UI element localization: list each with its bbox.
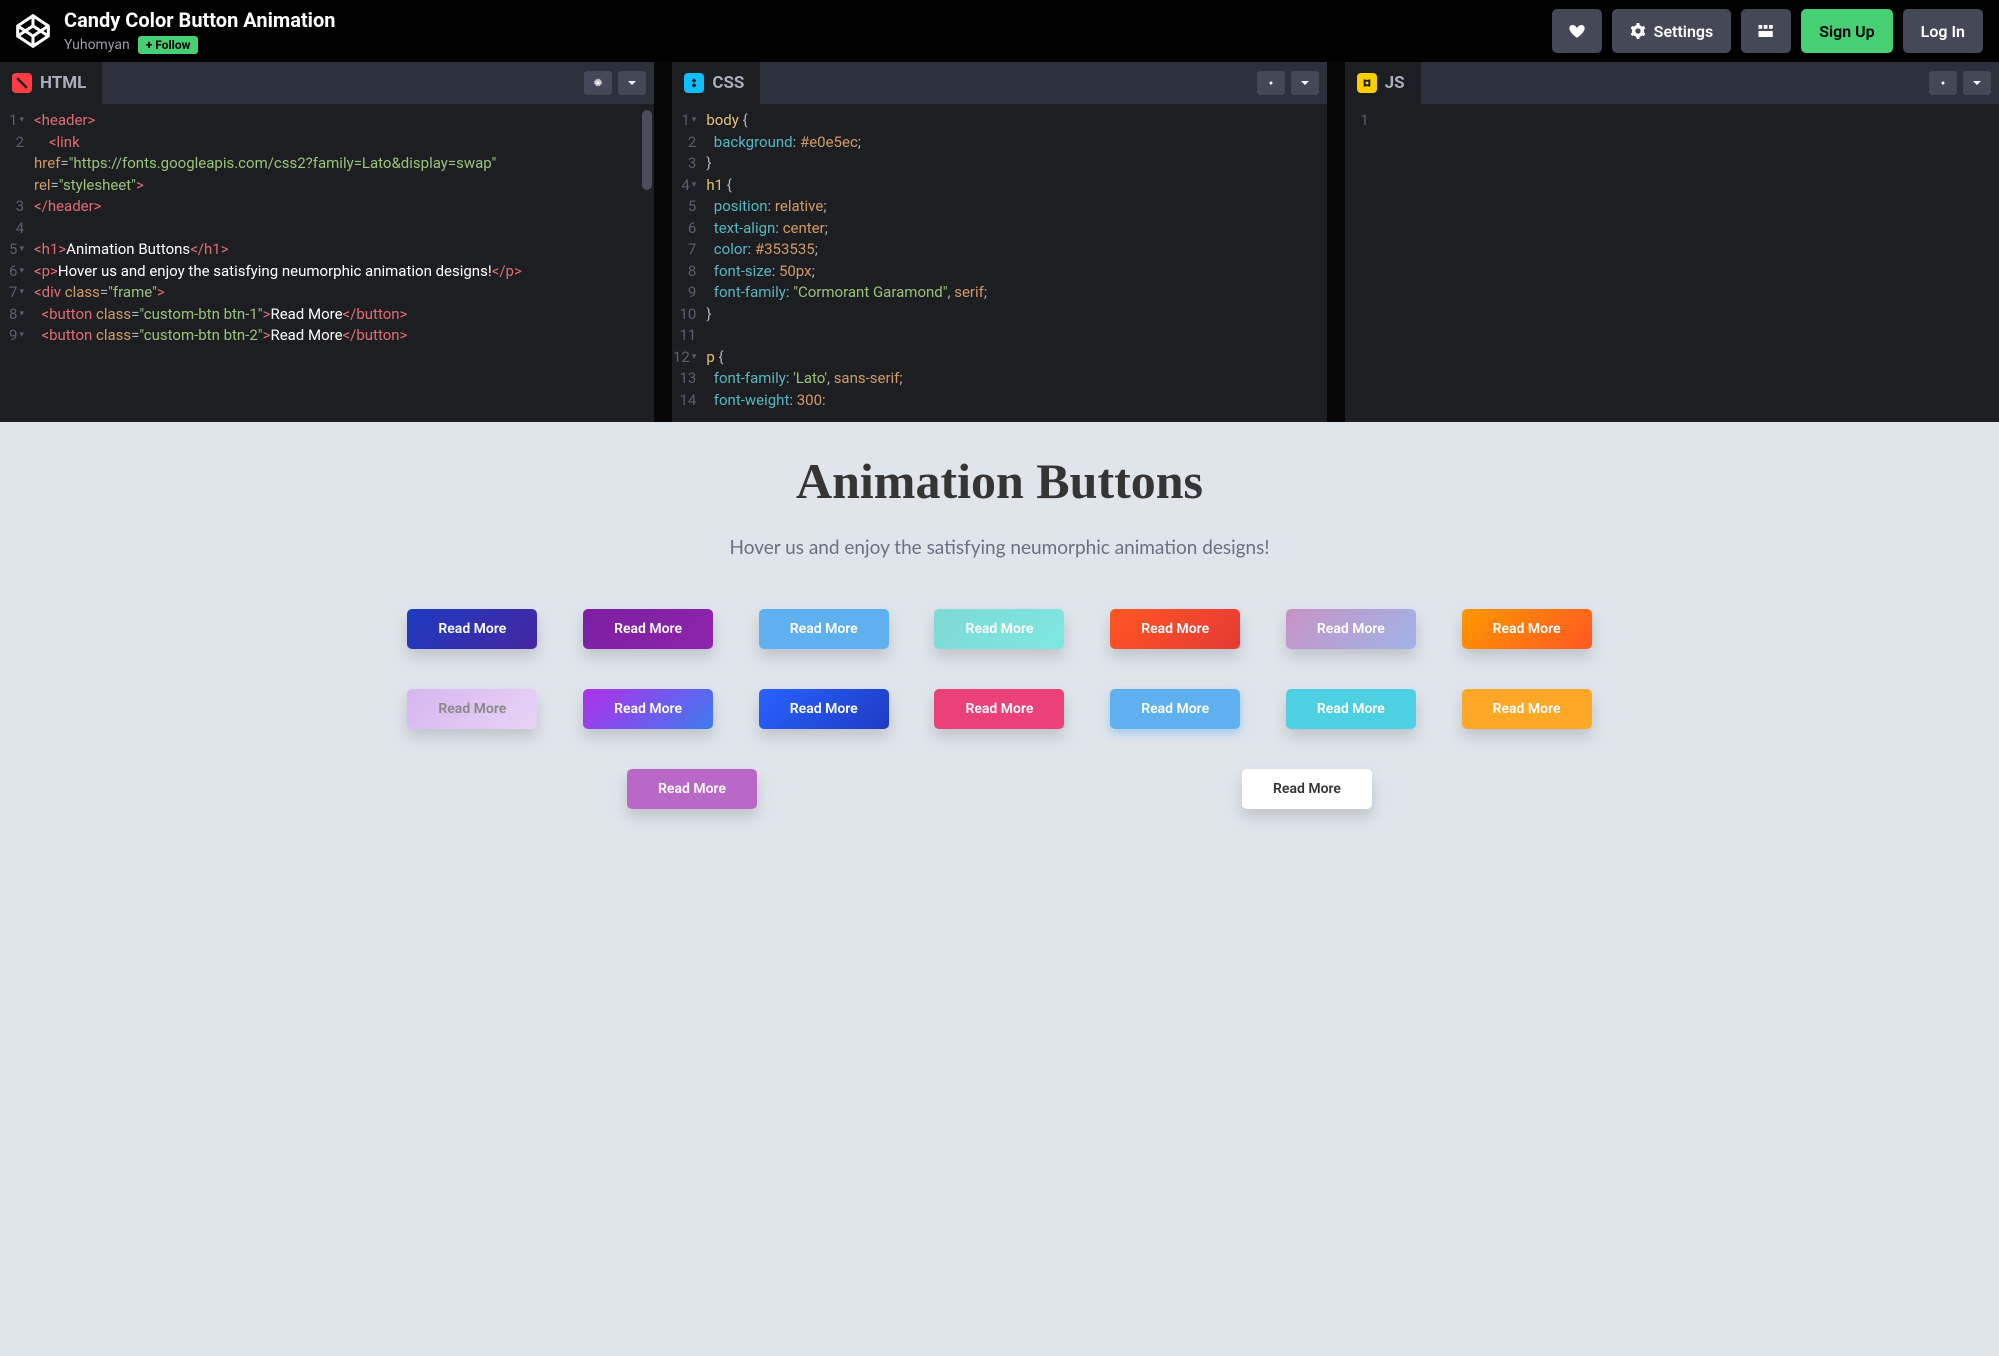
html-icon: [12, 73, 32, 93]
js-tools: [1929, 62, 1999, 104]
html-code-area[interactable]: 1▾2345▾6▾7▾8▾9▾ <header> <linkhref="http…: [0, 104, 654, 422]
preview-button-9[interactable]: Read More: [583, 689, 713, 729]
preview-button-3[interactable]: Read More: [759, 609, 889, 649]
html-dropdown-button[interactable]: [618, 71, 646, 95]
preview-button-6[interactable]: Read More: [1286, 609, 1416, 649]
preview-button-8[interactable]: Read More: [407, 689, 537, 729]
editor-row: HTML 1▾2345▾6▾7▾8▾9▾ <header> <linkhref=…: [0, 62, 1999, 422]
signup-label: Sign Up: [1819, 22, 1874, 41]
preview-button-15[interactable]: Read More: [627, 769, 757, 809]
js-panel-header: JS: [1345, 62, 1999, 104]
preview-button-1[interactable]: Read More: [407, 609, 537, 649]
preview-button-12[interactable]: Read More: [1110, 689, 1240, 729]
gear-icon: [1937, 77, 1949, 89]
css-panel-header: CSS: [672, 62, 1326, 104]
js-tab[interactable]: JS: [1345, 62, 1421, 104]
follow-button[interactable]: + Follow: [138, 36, 199, 54]
html-code[interactable]: <header> <linkhref="https://fonts.google…: [34, 110, 654, 422]
preview-heading: Animation Buttons: [60, 452, 1939, 510]
css-code[interactable]: body { background: #e0e5ec;}h1 { positio…: [706, 110, 1326, 422]
login-label: Log In: [1921, 22, 1965, 41]
layout-icon: [1757, 22, 1775, 40]
js-code[interactable]: [1379, 110, 1999, 422]
pen-title: Candy Color Button Animation: [64, 8, 335, 32]
css-code-area[interactable]: 1▾234▾56789101112▾1314 body { background…: [672, 104, 1326, 422]
js-panel: JS 1: [1345, 62, 1999, 422]
button-grid: Read MoreRead MoreRead MoreRead MoreRead…: [400, 609, 1600, 809]
preview-button-5[interactable]: Read More: [1110, 609, 1240, 649]
preview-button-10[interactable]: Read More: [759, 689, 889, 729]
preview-button-13[interactable]: Read More: [1286, 689, 1416, 729]
chevron-down-icon: [627, 78, 637, 88]
js-gutter: 1: [1345, 110, 1379, 422]
js-dropdown-button[interactable]: [1963, 71, 1991, 95]
preview-pane: Animation Buttons Hover us and enjoy the…: [0, 422, 1999, 1356]
css-panel: CSS 1▾234▾56789101112▾1314 body { backgr…: [672, 62, 1326, 422]
css-label: CSS: [712, 73, 744, 93]
author-name[interactable]: Yuhomyan: [64, 37, 130, 53]
html-gutter: 1▾2345▾6▾7▾8▾9▾: [0, 110, 34, 422]
settings-button[interactable]: Settings: [1612, 9, 1732, 53]
html-label: HTML: [40, 73, 86, 93]
layout-button[interactable]: [1741, 9, 1791, 53]
follow-label: Follow: [155, 38, 190, 52]
author-row: Yuhomyan + Follow: [64, 36, 335, 54]
html-settings-button[interactable]: [584, 71, 612, 95]
js-icon: [1357, 73, 1377, 93]
js-label: JS: [1385, 73, 1405, 93]
html-tools: [584, 62, 654, 104]
css-tools: [1257, 62, 1327, 104]
login-button[interactable]: Log In: [1903, 9, 1983, 53]
gear-icon: [1630, 23, 1646, 39]
signup-button[interactable]: Sign Up: [1801, 9, 1892, 53]
gear-icon: [592, 77, 604, 89]
css-settings-button[interactable]: [1257, 71, 1285, 95]
preview-button-2[interactable]: Read More: [583, 609, 713, 649]
css-gutter: 1▾234▾56789101112▾1314: [672, 110, 706, 422]
css-icon: [684, 73, 704, 93]
gear-icon: [1265, 77, 1277, 89]
html-tab[interactable]: HTML: [0, 62, 102, 104]
header-right: Settings Sign Up Log In: [1552, 9, 1983, 53]
chevron-down-icon: [1300, 78, 1310, 88]
css-tab[interactable]: CSS: [672, 62, 760, 104]
html-panel-header: HTML: [0, 62, 654, 104]
scrollbar-thumb[interactable]: [642, 110, 652, 190]
preview-subtitle: Hover us and enjoy the satisfying neumor…: [60, 536, 1939, 559]
love-button[interactable]: [1552, 9, 1602, 53]
settings-label: Settings: [1654, 22, 1714, 41]
title-block: Candy Color Button Animation Yuhomyan + …: [64, 8, 335, 54]
js-code-area[interactable]: 1: [1345, 104, 1999, 422]
heart-icon: [1568, 22, 1586, 40]
js-settings-button[interactable]: [1929, 71, 1957, 95]
header-left: Candy Color Button Animation Yuhomyan + …: [16, 8, 335, 54]
html-panel: HTML 1▾2345▾6▾7▾8▾9▾ <header> <linkhref=…: [0, 62, 654, 422]
plus-icon: +: [146, 38, 153, 52]
preview-button-4[interactable]: Read More: [934, 609, 1064, 649]
app-header: Candy Color Button Animation Yuhomyan + …: [0, 0, 1999, 62]
css-dropdown-button[interactable]: [1291, 71, 1319, 95]
preview-button-16[interactable]: Read More: [1242, 769, 1372, 809]
codepen-logo[interactable]: [16, 14, 50, 48]
preview-button-11[interactable]: Read More: [934, 689, 1064, 729]
chevron-down-icon: [1972, 78, 1982, 88]
preview-button-14[interactable]: Read More: [1462, 689, 1592, 729]
preview-button-7[interactable]: Read More: [1462, 609, 1592, 649]
